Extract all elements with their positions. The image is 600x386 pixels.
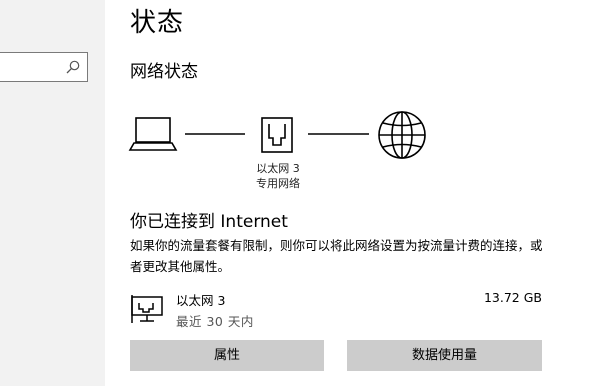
laptop-icon [128,117,178,151]
adapter-network-type-label: 专用网络 [256,177,300,190]
connection-description: 如果你的流量套餐有限制，则你可以将此网络设置为按流量计费的连接，或者更改其他属性… [130,238,543,274]
adapter-label: 以太网 3 专用网络 [246,161,310,191]
page-title: 状态 [130,8,185,38]
usage-period: 最近 30 天内 [176,314,254,329]
globe-icon [378,111,426,159]
search-icon[interactable] [65,59,81,75]
ethernet-port-icon [261,117,293,153]
data-usage-button[interactable]: 数据使用量 [347,340,542,371]
connection-status-text: 你已连接到 Internet [130,212,288,232]
properties-button[interactable]: 属性 [130,340,324,371]
search-box[interactable] [0,52,88,82]
settings-sidebar [0,0,105,386]
network-status-heading: 网络状态 [130,62,198,82]
data-used: 13.72 GB [483,290,542,305]
adapter-name-label: 以太网 3 [256,162,300,175]
connection-name: 以太网 3 [176,293,226,308]
ethernet-adapter-icon [131,295,163,323]
